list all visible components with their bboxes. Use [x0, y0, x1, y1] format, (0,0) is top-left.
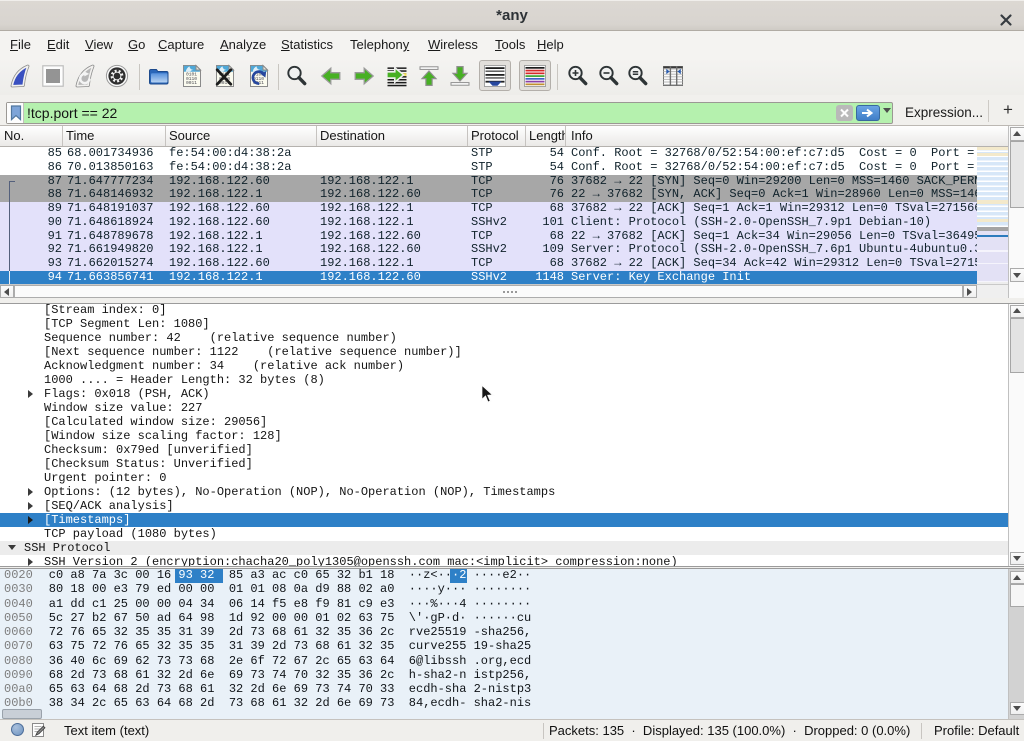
svg-text:0011: 0011	[186, 80, 197, 86]
